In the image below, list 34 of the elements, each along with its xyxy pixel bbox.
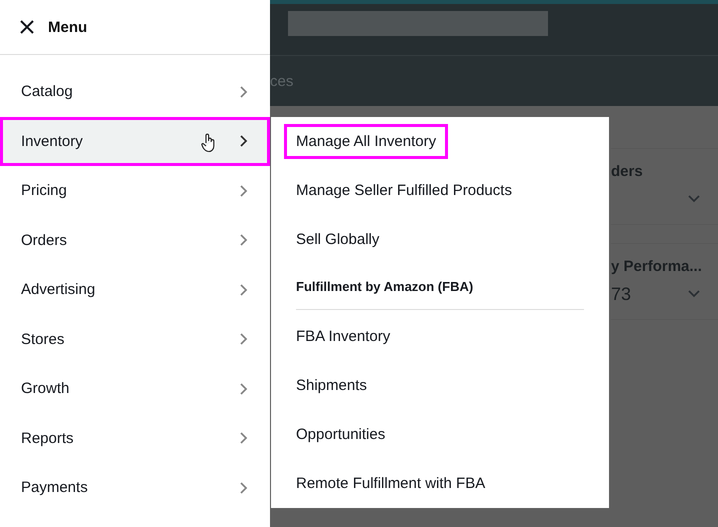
- card-title: y Performa...: [611, 258, 700, 275]
- menu-item[interactable]: Inventory: [0, 116, 270, 166]
- menu-item[interactable]: Growth: [0, 364, 270, 414]
- submenu-link[interactable]: Shipments: [296, 371, 367, 400]
- hand-cursor-icon: [201, 133, 217, 154]
- section-heading: Fulfillment by Amazon (FBA): [296, 278, 474, 294]
- submenu-link[interactable]: Remote Fulfillment with FBA: [296, 469, 486, 498]
- chevron-right-icon: [239, 284, 248, 296]
- menu-title: Menu: [48, 18, 88, 36]
- menu-item[interactable]: Payments: [0, 463, 270, 512]
- chevron-down-icon[interactable]: [688, 195, 700, 203]
- chevron-right-icon: [239, 86, 248, 98]
- submenu-link[interactable]: Manage Seller Fulfilled Products: [296, 176, 512, 205]
- submenu-link[interactable]: FBA Inventory: [296, 322, 390, 352]
- chevron-right-icon: [239, 432, 248, 444]
- close-icon[interactable]: [20, 20, 34, 34]
- menu-item[interactable]: Catalog: [0, 67, 270, 116]
- card-value: 73: [611, 284, 632, 304]
- submenu-link[interactable]: Manage All Inventory: [284, 124, 448, 159]
- menu-item[interactable]: Stores: [0, 314, 270, 364]
- menu-item[interactable]: Pricing: [0, 166, 270, 216]
- chevron-right-icon: [239, 184, 248, 197]
- submenu-link[interactable]: Sell Globally: [296, 224, 380, 254]
- chevron-right-icon: [239, 482, 248, 494]
- chevron-right-icon: [239, 135, 248, 148]
- chevron-right-icon: [239, 382, 248, 395]
- menu-item[interactable]: Reports: [0, 414, 270, 463]
- card-title: ders: [611, 163, 644, 180]
- chevron-right-icon: [239, 333, 248, 346]
- menu-item[interactable]: Advertising: [0, 265, 270, 314]
- submenu-link[interactable]: Opportunities: [296, 420, 386, 450]
- chevron-right-icon: [239, 234, 248, 246]
- chevron-down-icon[interactable]: [688, 290, 700, 298]
- menu-item[interactable]: Orders: [0, 216, 270, 265]
